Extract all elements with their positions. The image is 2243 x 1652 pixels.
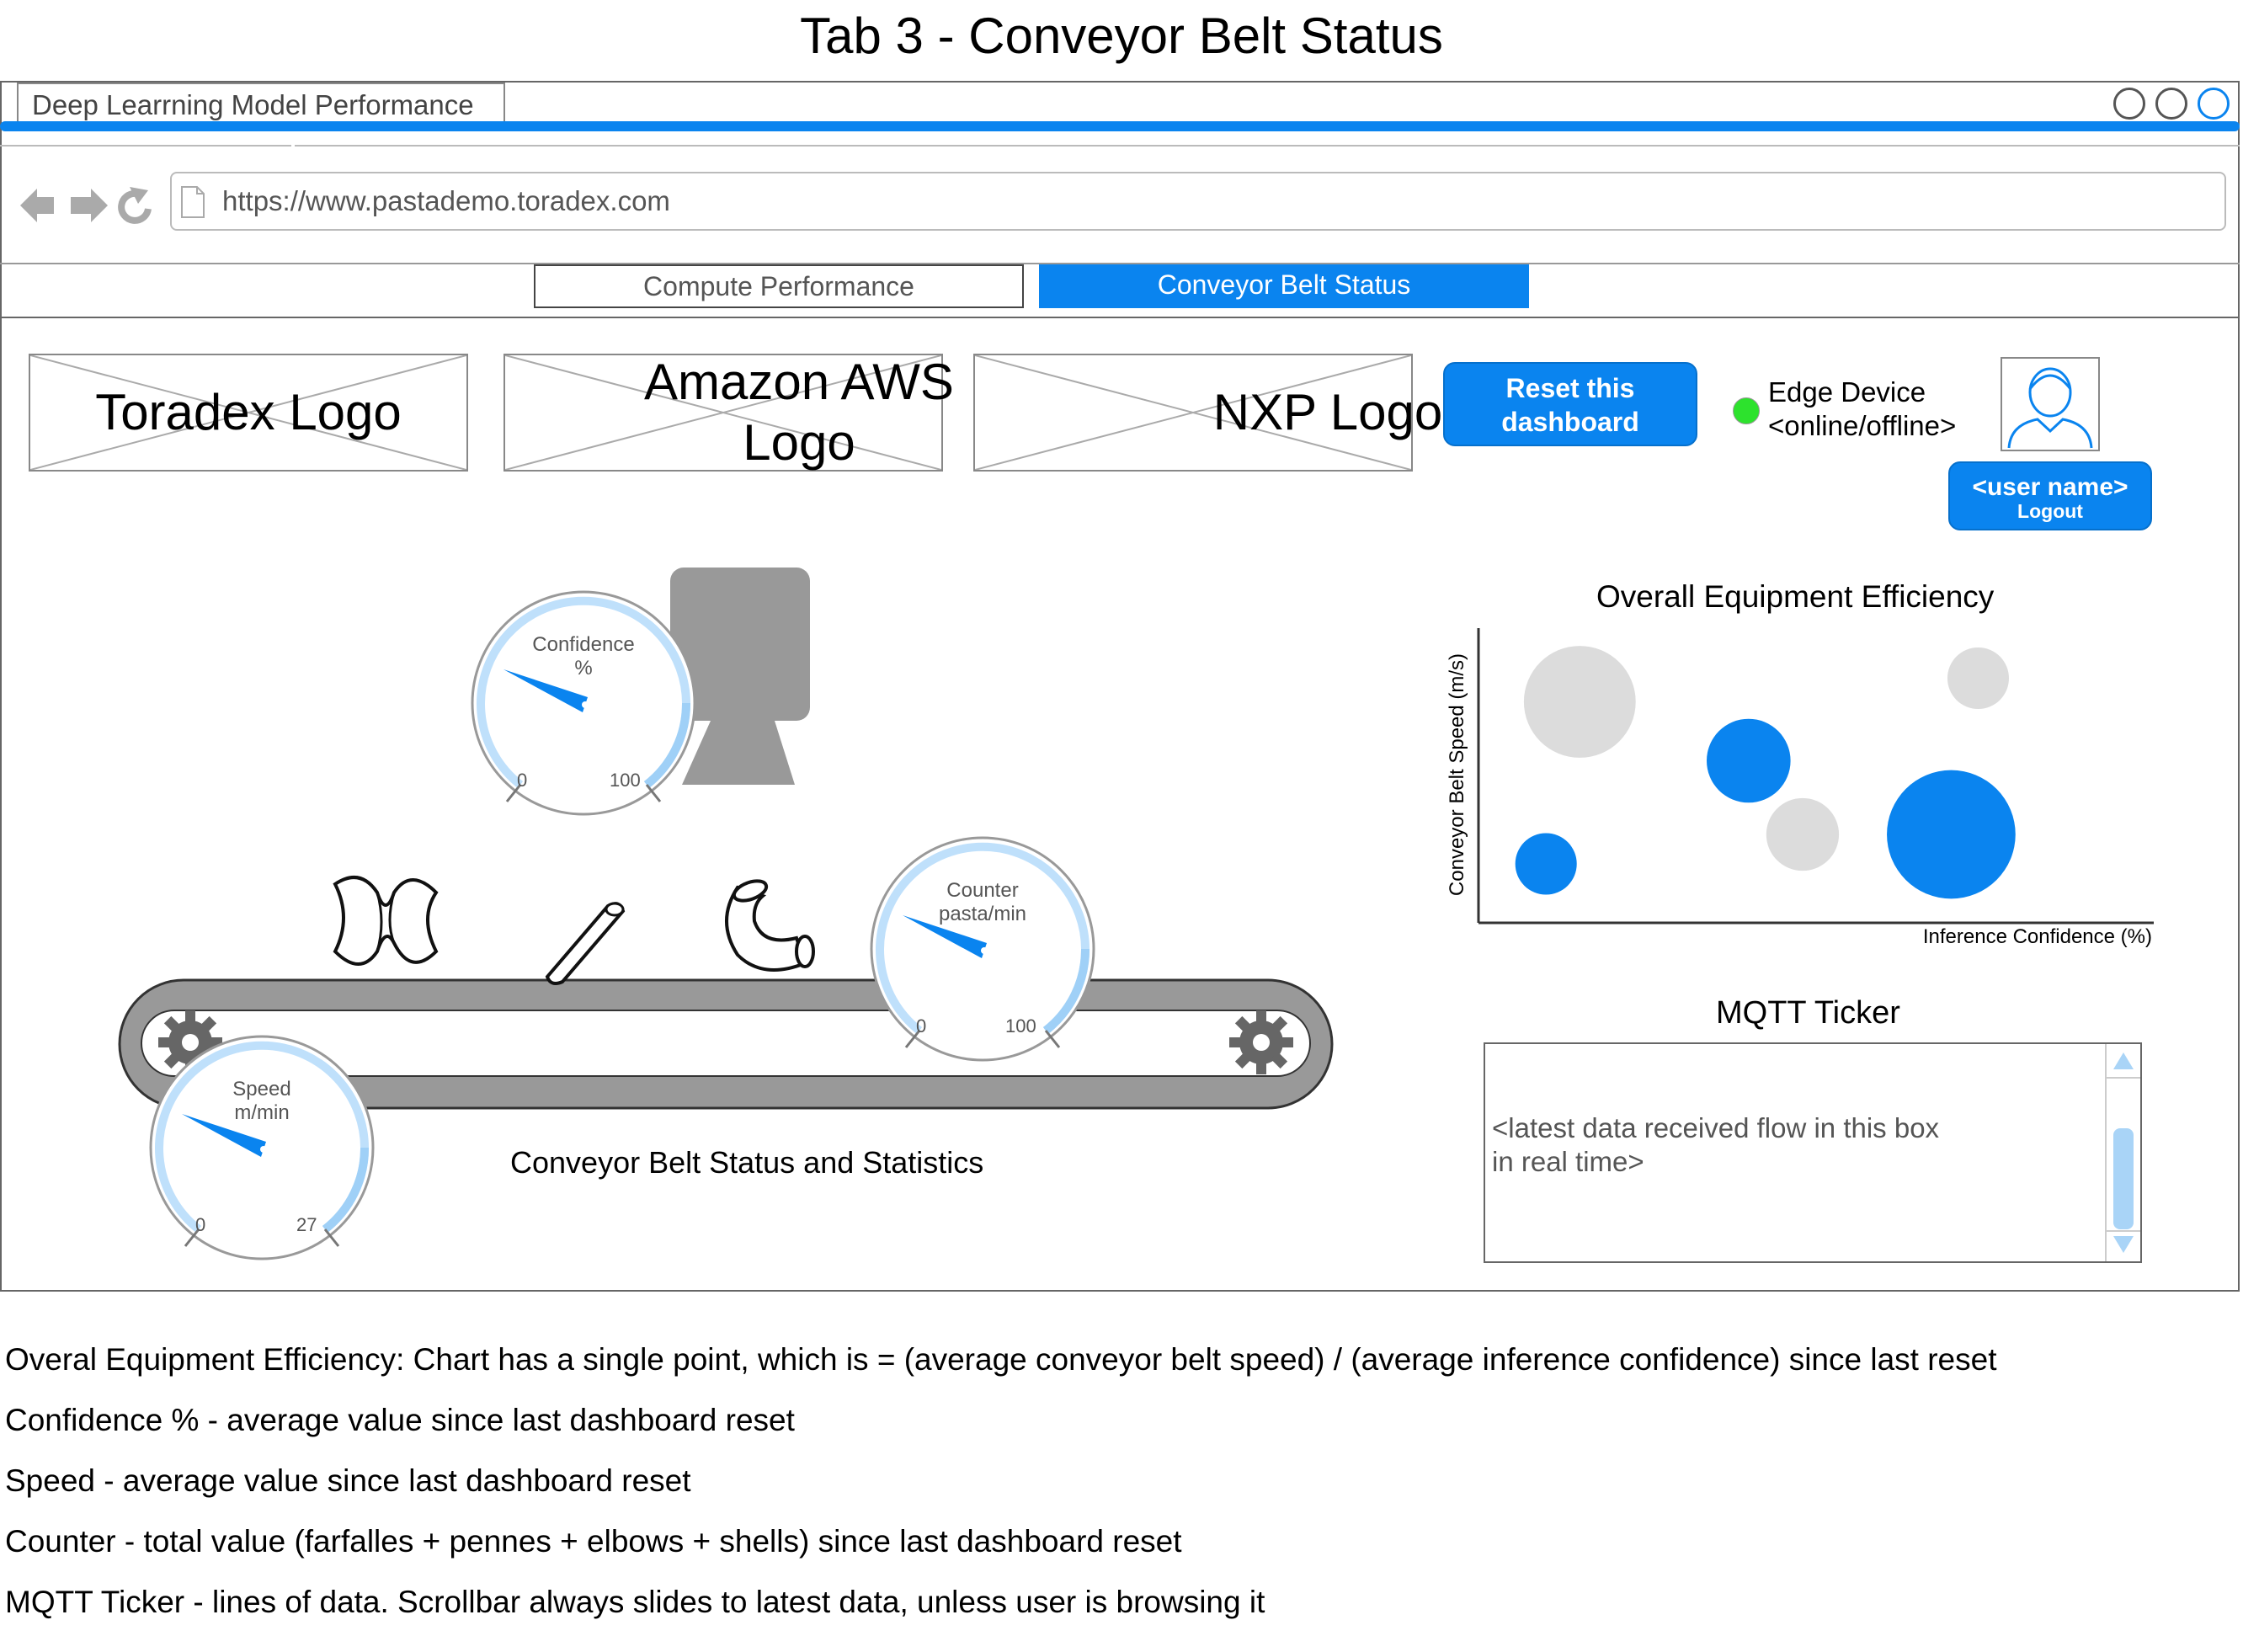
maximize-button[interactable] <box>2155 88 2187 120</box>
chart-bubble <box>1887 770 2016 899</box>
gauge-max: 100 <box>1005 1015 1036 1036</box>
mqtt-scrollbar[interactable] <box>2105 1044 2142 1261</box>
gear-icon <box>1229 1010 1293 1074</box>
tab-conveyor-belt-status[interactable]: Conveyor Belt Status <box>1039 264 1529 308</box>
chart-bubble <box>1766 797 1840 871</box>
note-speed: Speed - average value since last dashboa… <box>5 1463 691 1498</box>
tab-compute-performance[interactable]: Compute Performance <box>534 264 1024 308</box>
chart-bubble <box>1515 833 1577 895</box>
user-logout-button[interactable]: <user name> Logout <box>1948 461 2152 530</box>
user-icon <box>2007 367 2093 449</box>
scroll-down-icon[interactable] <box>2113 1236 2134 1253</box>
gauge-label: Confidence <box>532 633 635 656</box>
nxp-logo: NXP Logo <box>973 354 1442 472</box>
reload-icon[interactable] <box>118 187 152 224</box>
gauge-unit: pasta/min <box>938 903 1027 925</box>
gauge-unit: m/min <box>234 1101 290 1124</box>
gauge-label: Counter <box>946 879 1019 902</box>
gauge-min: 0 <box>517 770 528 791</box>
mqtt-title: MQTT Ticker <box>1716 995 1900 1031</box>
gauge-unit: % <box>574 657 593 679</box>
gauge-min: 0 <box>916 1015 927 1036</box>
logo-label: Toradex Logo <box>95 384 402 440</box>
y-axis-label: Conveyor Belt Speed (m/s) <box>1446 653 1468 896</box>
edge-device-status: Edge Device <online/offline> <box>1768 376 1956 443</box>
scroll-up-icon[interactable] <box>2113 1052 2134 1069</box>
edge-device-state: <online/offline> <box>1768 410 1957 441</box>
tab-strip-divider <box>295 145 2240 147</box>
chart-title: Overall Equipment Efficiency <box>1596 579 1995 614</box>
close-button[interactable] <box>2198 88 2230 120</box>
chart-bubble <box>1523 646 1636 758</box>
note-mqtt: MQTT Ticker - lines of data. Scrollbar a… <box>5 1585 1265 1619</box>
elbow-macaroni-icon <box>725 879 815 972</box>
note-confidence: Confidence % - average value since last … <box>5 1403 795 1437</box>
toradex-logo: Toradex Logo <box>29 354 468 472</box>
gauge-min: 0 <box>195 1214 206 1235</box>
mqtt-placeholder: <latest data received flow in this box i… <box>1492 1111 1997 1179</box>
farfalle-icon <box>333 876 439 966</box>
user-name: <user name> <box>1972 473 2128 501</box>
page-title: Tab 3 - Conveyor Belt Status <box>800 8 1443 64</box>
gauge-label: Speed <box>232 1078 291 1100</box>
browser-tab-title[interactable]: Deep Learrning Model Performance <box>17 83 505 121</box>
forward-arrow-icon[interactable] <box>71 189 108 222</box>
logout-label: Logout <box>2017 500 2083 522</box>
counter-gauge: Counter pasta/min 0 100 <box>869 835 1096 1063</box>
gauge-max: 100 <box>610 770 641 791</box>
tabs-divider <box>0 317 2240 318</box>
note-oee: Overal Equipment Efficiency: Chart has a… <box>5 1342 1997 1377</box>
avatar[interactable] <box>2001 357 2100 451</box>
tab-strip-divider <box>0 145 291 147</box>
belt-caption: Conveyor Belt Status and Statistics <box>510 1145 984 1180</box>
back-arrow-icon[interactable] <box>20 189 54 222</box>
url-text: https://www.pastademo.toradex.com <box>222 185 670 216</box>
speed-gauge: Speed m/min 0 27 <box>148 1034 376 1261</box>
online-status-indicator <box>1733 397 1760 424</box>
minimize-button[interactable] <box>2113 88 2145 120</box>
chart-bubble <box>1947 647 2009 710</box>
penne-icon <box>545 902 626 985</box>
x-axis-label: Inference Confidence (%) <box>1923 925 2152 948</box>
nav-controls <box>20 187 152 224</box>
accent-bar <box>0 121 2240 131</box>
aws-logo: Amazon AWS Logo <box>503 354 954 472</box>
page-icon <box>181 186 205 218</box>
gauge-max: 27 <box>296 1214 317 1235</box>
scroll-thumb[interactable] <box>2113 1128 2134 1229</box>
chart-bubble <box>1707 718 1791 803</box>
oee-bubble-chart: Inference Confidence (%) Conveyor Belt S… <box>1446 628 2154 948</box>
confidence-gauge: Confidence % 0 100 <box>470 589 697 817</box>
mqtt-placeholder-line: <latest data received flow in this box <box>1492 1112 1940 1143</box>
logo-label: NXP Logo <box>1212 384 1443 440</box>
mqtt-placeholder-line: in real time> <box>1492 1146 1644 1177</box>
note-counter: Counter - total value (farfalles + penne… <box>5 1524 1182 1559</box>
edge-device-label: Edge Device <box>1768 376 1926 408</box>
